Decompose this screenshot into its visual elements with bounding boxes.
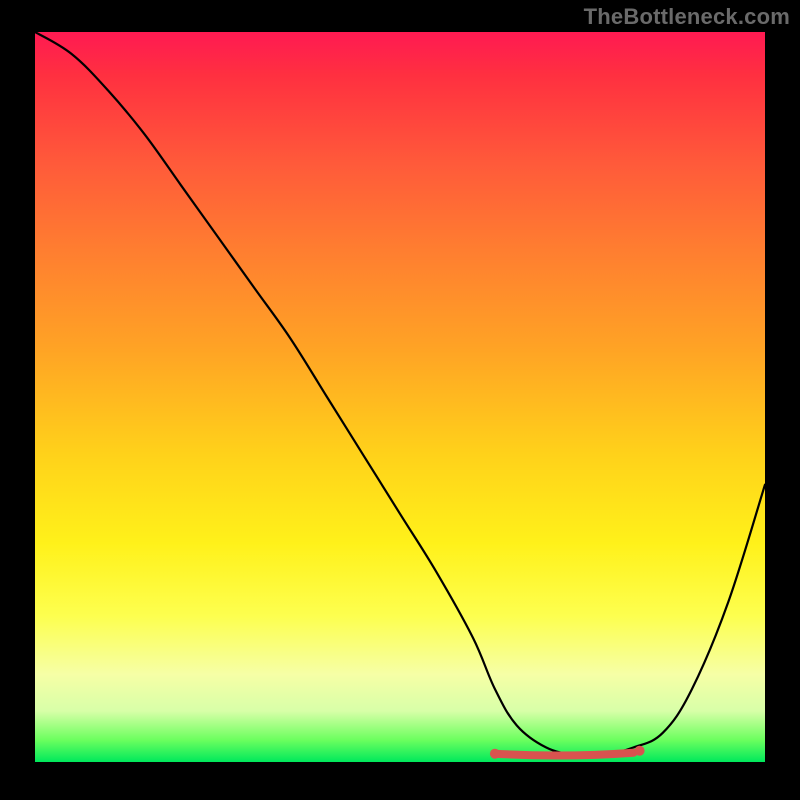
chart-svg [35, 32, 765, 762]
bottleneck-curve [35, 32, 765, 756]
optimal-region-marker [495, 753, 634, 756]
watermark-text: TheBottleneck.com [584, 4, 790, 30]
chart-frame: TheBottleneck.com [0, 0, 800, 800]
plot-area [35, 32, 765, 762]
